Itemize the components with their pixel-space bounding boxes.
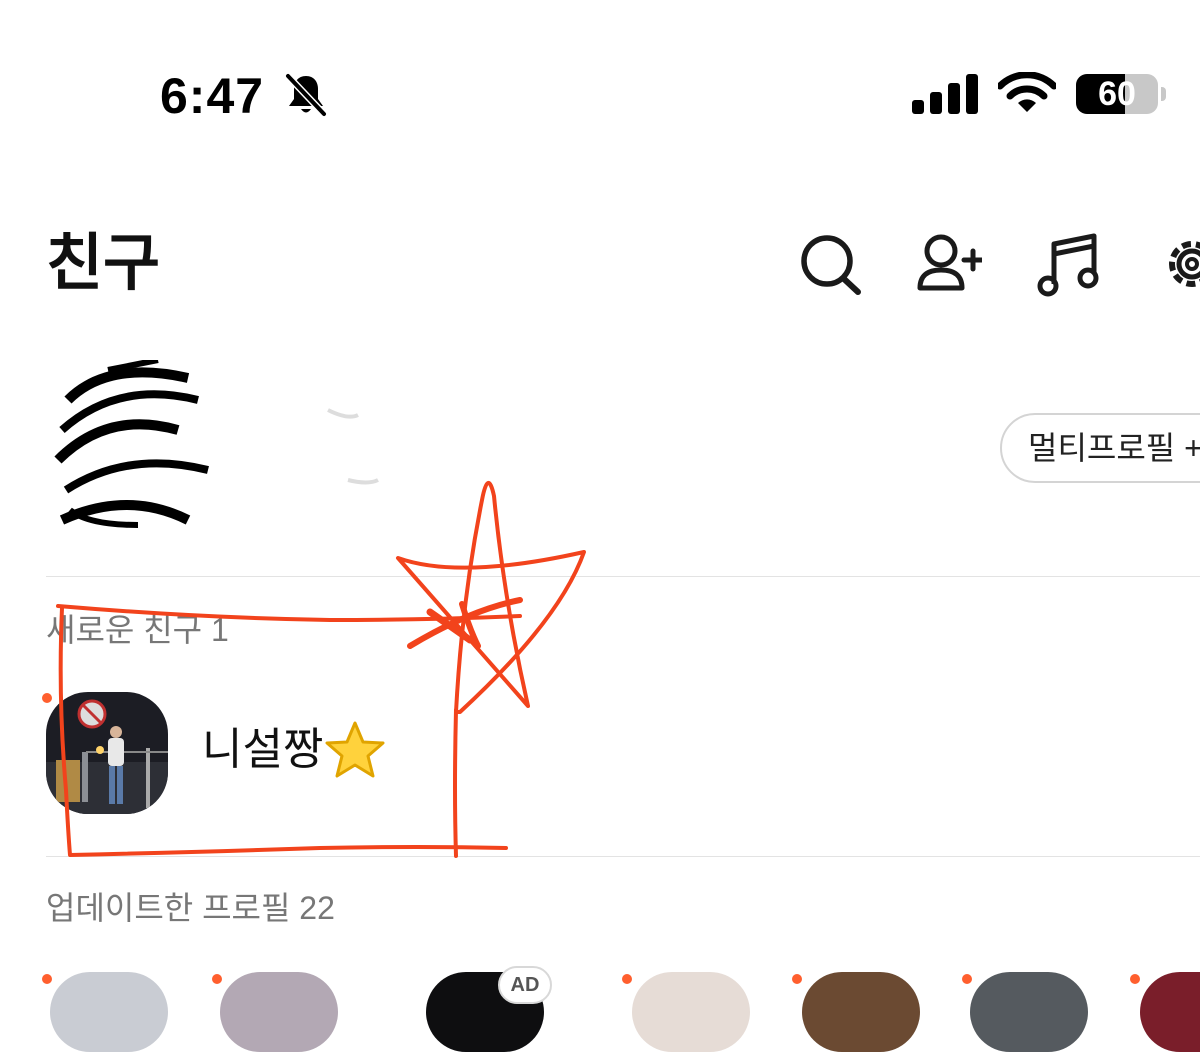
battery-icon: 60 [1076, 74, 1166, 114]
wifi-icon [998, 72, 1056, 112]
new-indicator-dot [792, 974, 802, 984]
new-indicator-dot [212, 974, 222, 984]
new-indicator-dot [1130, 974, 1140, 984]
profile-thumbnail[interactable] [802, 972, 920, 1052]
star-icon [325, 721, 385, 778]
new-friends-heading: 새로운 친구 1 [46, 612, 229, 648]
page-title: 친구 [46, 229, 161, 298]
status-time: 6:47 [160, 68, 265, 124]
gear-icon[interactable] [1158, 228, 1200, 298]
cellular-signal-icon [912, 74, 978, 114]
new-indicator-dot [622, 974, 632, 984]
new-indicator-dot [962, 974, 972, 984]
add-friend-icon[interactable] [916, 228, 982, 298]
my-profile-redacted[interactable] [48, 360, 398, 535]
profile-thumbnail[interactable] [632, 972, 750, 1052]
new-indicator-dot [42, 974, 52, 984]
updated-profiles-heading: 업데이트한 프로필 22 [46, 890, 335, 926]
new-indicator-dot [42, 693, 52, 703]
friend-avatar[interactable] [46, 692, 168, 814]
ad-badge: AD [498, 966, 552, 1004]
bell-slash-icon [285, 73, 327, 117]
profile-thumbnail[interactable] [220, 972, 338, 1052]
multi-profile-button[interactable]: 멀티프로필 + [1000, 413, 1200, 483]
divider [46, 856, 1200, 857]
profile-thumbnail[interactable] [970, 972, 1088, 1052]
friend-name: 니설짱 [202, 725, 324, 774]
divider [46, 576, 1200, 577]
search-icon[interactable] [798, 228, 864, 298]
music-note-icon[interactable] [1036, 228, 1102, 298]
battery-percent: 60 [1098, 75, 1136, 113]
multi-profile-label: 멀티프로필 + [1028, 430, 1200, 466]
profile-thumbnail[interactable] [50, 972, 168, 1052]
profile-thumbnail[interactable] [1140, 972, 1200, 1052]
